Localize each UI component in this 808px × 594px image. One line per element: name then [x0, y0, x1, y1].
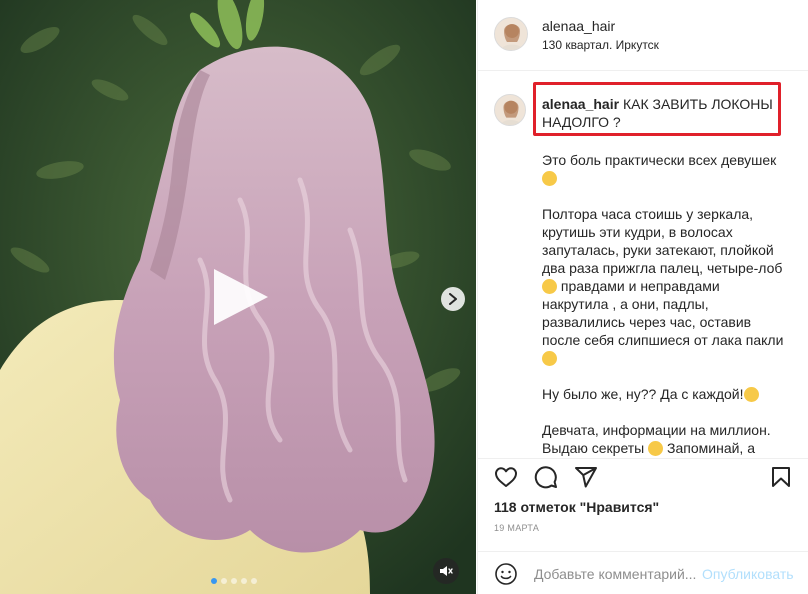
chevron-right-icon — [449, 293, 457, 305]
caption-text: Это боль практически всех девушек Полтора… — [542, 151, 792, 457]
avatar-image — [495, 18, 527, 50]
caption-area: alenaa_hair КАК ЗАВИТЬ ЛОКОНЫ НАДОЛГО ? … — [478, 72, 808, 458]
likes-count[interactable]: 118 отметок "Нравится" — [494, 499, 659, 515]
mute-button[interactable] — [433, 558, 459, 584]
carousel-dot — [231, 578, 237, 584]
publish-button[interactable]: Опубликовать — [702, 566, 794, 582]
play-button[interactable] — [208, 265, 272, 329]
caption-line: Это боль практически всех девушек — [542, 152, 777, 168]
caption-line — [542, 403, 792, 421]
smiley-icon — [495, 563, 517, 585]
caption-title: alenaa_hair КАК ЗАВИТЬ ЛОКОНЫ НАДОЛГО ? — [542, 95, 782, 131]
caption-username[interactable]: alenaa_hair — [542, 96, 619, 112]
like-button[interactable] — [494, 465, 518, 489]
post-location[interactable]: 130 квартал. Иркутск — [542, 38, 659, 52]
share-button[interactable] — [574, 465, 598, 489]
play-icon — [214, 269, 268, 325]
speaker-muted-icon — [440, 566, 453, 576]
emoji-icon — [542, 351, 557, 366]
caption-line — [542, 169, 792, 187]
author-avatar[interactable] — [494, 17, 528, 51]
emoji-icon — [648, 441, 664, 456]
carousel-dot — [251, 578, 257, 584]
caption-line — [542, 349, 792, 367]
emoji-icon — [743, 387, 759, 402]
caption-line: развалились через час, оставив — [542, 314, 752, 330]
author-username[interactable]: alenaa_hair — [542, 18, 615, 34]
carousel-indicator — [211, 578, 257, 584]
caption-line: накрутила , а они, падлы, — [542, 296, 709, 312]
save-button[interactable] — [769, 465, 793, 489]
comment-icon — [534, 466, 557, 489]
emoji-button[interactable] — [494, 562, 518, 586]
heart-icon — [495, 467, 517, 487]
caption-line: Выдаю секреты Запоминай, а — [542, 440, 755, 456]
caption-author-avatar[interactable] — [494, 94, 526, 126]
caption-line: Девчата, информации на миллион. — [542, 422, 771, 438]
add-comment-bar: Опубликовать — [478, 551, 808, 594]
next-slide-button[interactable] — [441, 287, 465, 311]
carousel-dot — [211, 578, 217, 584]
post-date[interactable]: 19 МАРТА — [494, 523, 539, 533]
caption-line: крутишь эти кудри, в волосах — [542, 224, 733, 240]
post-header: alenaa_hair 130 квартал. Иркутск — [478, 0, 808, 71]
caption-line: Полтора часа стоишь у зеркала, — [542, 206, 754, 222]
carousel-dot — [241, 578, 247, 584]
share-icon — [575, 467, 597, 488]
comment-input[interactable] — [534, 564, 698, 584]
emoji-icon — [542, 279, 557, 294]
emoji-icon — [542, 171, 557, 186]
post-side-panel: alenaa_hair 130 квартал. Иркутск alenaa_… — [477, 0, 808, 594]
post-media[interactable] — [0, 0, 476, 594]
caption-line: правдами и неправдами — [542, 277, 792, 295]
caption-line: запуталась, руки затекают, плойкой — [542, 242, 774, 258]
comment-button[interactable] — [534, 465, 558, 489]
caption-line — [542, 187, 792, 205]
caption-line: два раза прижгла палец, четыре-лоб — [542, 260, 783, 276]
avatar-image — [495, 95, 525, 125]
post-actions: 118 отметок "Нравится" 19 МАРТА Опублико… — [478, 458, 808, 594]
bookmark-icon — [772, 467, 790, 487]
caption-line — [542, 367, 792, 385]
caption-line: Ну было же, ну?? Да с каждой! — [542, 385, 792, 403]
carousel-dot — [221, 578, 227, 584]
caption-line: после себя слипшиеся от лака пакли — [542, 332, 784, 348]
